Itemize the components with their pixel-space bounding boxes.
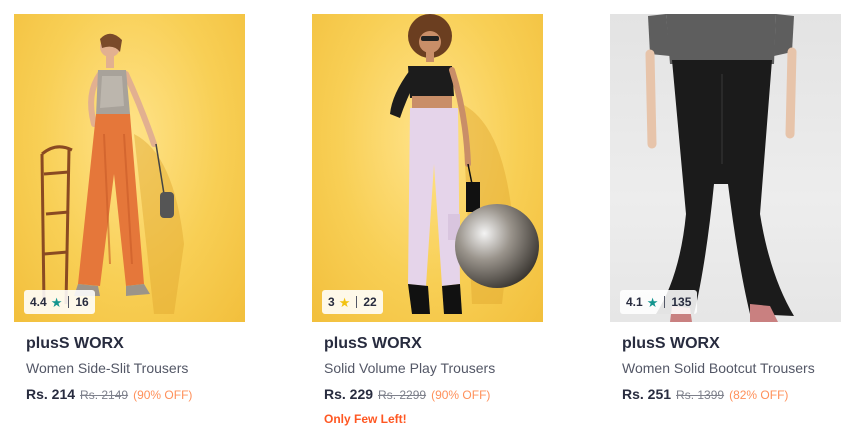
model-black-bootcut-trousers-image [645, 14, 797, 322]
product-info: plusS WORX Solid Volume Play Trousers Rs… [312, 334, 543, 426]
product-brand: plusS WORX [324, 335, 422, 352]
rating-badge: 3 ★ 22 [322, 290, 383, 314]
rating-divider [664, 296, 666, 308]
product-brand: plusS WORX [622, 335, 720, 352]
product-image[interactable]: 4.1 ★ 135 [610, 14, 841, 322]
star-icon: ★ [646, 294, 659, 310]
star-icon: ★ [50, 294, 63, 310]
stock-alert: Only Few Left! [324, 412, 407, 426]
product-card[interactable]: 4.4 ★ 16 plusS WORX Women Side-Slit Trou… [14, 14, 245, 402]
rating-divider [68, 296, 70, 308]
product-price: Rs. 229 [324, 386, 374, 402]
product-info: plusS WORX Women Solid Bootcut Trousers … [610, 334, 841, 402]
product-image[interactable]: 4.4 ★ 16 [14, 14, 245, 322]
rating-badge: 4.1 ★ 135 [620, 290, 698, 314]
product-info: plusS WORX Women Side-Slit Trousers Rs. … [14, 334, 245, 402]
product-price: Rs. 251 [622, 386, 672, 402]
product-discount: (90% OFF) [133, 388, 193, 402]
rating-value: 4.1 [626, 295, 643, 309]
price-row: Rs. 229 Rs. 2299 (90% OFF) [324, 386, 531, 402]
product-brand: plusS WORX [26, 335, 124, 352]
rating-value: 3 [328, 295, 335, 309]
rating-count: 16 [75, 295, 89, 309]
product-image[interactable]: 3 ★ 22 [312, 14, 543, 322]
model-orange-trousers-image [40, 33, 184, 314]
product-mrp: Rs. 2299 [378, 388, 427, 402]
price-row: Rs. 251 Rs. 1399 (82% OFF) [622, 386, 829, 402]
product-grid: 4.4 ★ 16 plusS WORX Women Side-Slit Trou… [0, 0, 860, 432]
product-title: Solid Volume Play Trousers [324, 360, 496, 376]
rating-count: 22 [363, 295, 377, 309]
product-price: Rs. 214 [26, 386, 76, 402]
product-mrp: Rs. 2149 [80, 388, 129, 402]
rating-count: 135 [671, 295, 692, 309]
product-card[interactable]: 3 ★ 22 plusS WORX Solid Volume Play Trou… [312, 14, 543, 426]
product-title: Women Side-Slit Trousers [26, 360, 189, 376]
rating-badge: 4.4 ★ 16 [24, 290, 95, 314]
rating-value: 4.4 [30, 295, 47, 309]
product-title: Women Solid Bootcut Trousers [622, 360, 815, 376]
product-card[interactable]: 4.1 ★ 135 plusS WORX Women Solid Bootcut… [610, 14, 841, 402]
rating-divider [356, 296, 358, 308]
price-row: Rs. 214 Rs. 2149 (90% OFF) [26, 386, 233, 402]
product-mrp: Rs. 1399 [676, 388, 725, 402]
product-discount: (82% OFF) [729, 388, 789, 402]
star-icon: ★ [338, 294, 351, 310]
product-discount: (90% OFF) [431, 388, 491, 402]
model-lilac-trousers-image [390, 14, 539, 314]
